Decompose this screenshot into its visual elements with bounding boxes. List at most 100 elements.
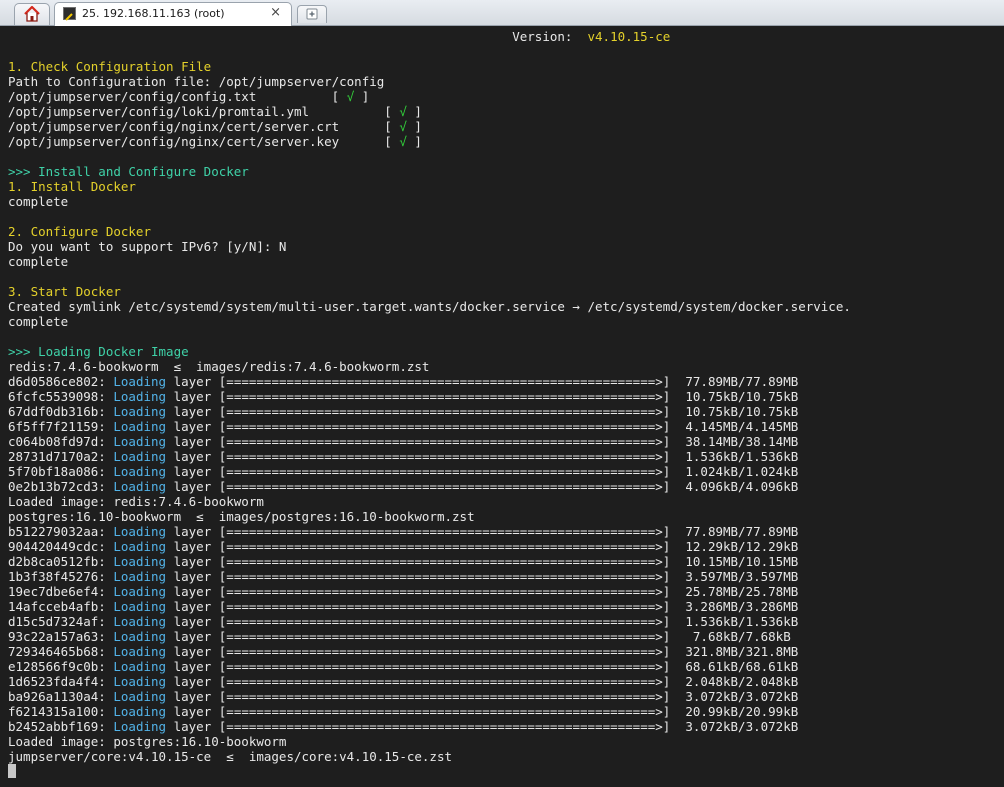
image-source-line: jumpserver/core:v4.10.15-ce ≤ images/cor… <box>8 749 851 764</box>
check-mark: √ <box>399 104 407 119</box>
loading-word: Loading <box>113 659 167 674</box>
layer-size: 68.61kB/68.61kB <box>685 659 799 674</box>
session-tab[interactable]: 25. 192.168.11.163 (root) × <box>54 2 292 26</box>
config-file-padding <box>339 134 384 149</box>
loading-word: Loading <box>113 674 167 689</box>
terminal-cursor <box>8 764 16 778</box>
layer-word: layer <box>173 419 212 434</box>
loading-word: Loading <box>113 419 167 434</box>
progress-bar: [=======================================… <box>218 569 671 584</box>
layer-id: c064b08fd97d: <box>8 434 106 449</box>
loading-word: Loading <box>113 554 167 569</box>
layer-row: ba926a1130a4: Loading layer [===========… <box>8 689 851 704</box>
progress-bar: [=======================================… <box>218 434 671 449</box>
progress-bar: [=======================================… <box>218 464 671 479</box>
layer-size: 77.89MB/77.89MB <box>685 374 799 389</box>
layer-id: 1b3f38f45276: <box>8 569 106 584</box>
layer-row: 729346465b68: Loading layer [===========… <box>8 644 851 659</box>
progress-bar: [=======================================… <box>218 614 671 629</box>
progress-bar: [=======================================… <box>218 629 671 644</box>
install-status: complete <box>8 194 69 209</box>
image-source-line: redis:7.4.6-bookworm ≤ images/redis:7.4.… <box>8 359 851 374</box>
images-section-heading: >>> Loading Docker Image <box>8 344 189 359</box>
install-docker-heading: 1. Install Docker <box>8 179 136 194</box>
new-tab-button[interactable] <box>297 5 327 23</box>
layer-word: layer <box>173 479 212 494</box>
layer-size: 7.68kB/7.68kB <box>685 629 791 644</box>
configure-status: complete <box>8 254 69 269</box>
layer-row: d6d0586ce802: Loading layer [===========… <box>8 374 851 389</box>
layer-word: layer <box>173 524 212 539</box>
loading-word: Loading <box>113 464 167 479</box>
layer-word: layer <box>173 689 212 704</box>
progress-bar: [=======================================… <box>218 404 671 419</box>
layer-row: 14afcceb4afb: Loading layer [===========… <box>8 599 851 614</box>
image-source-line: postgres:16.10-bookworm ≤ images/postgre… <box>8 509 851 524</box>
home-tab-button[interactable] <box>14 3 50 25</box>
progress-bar: [=======================================… <box>218 689 671 704</box>
layer-size: 10.15MB/10.15MB <box>685 554 799 569</box>
status-line: complete <box>8 314 851 329</box>
loading-word: Loading <box>113 434 167 449</box>
version-value: v4.10.15-ce <box>587 29 671 44</box>
layer-word: layer <box>173 599 212 614</box>
layer-row: 93c22a157a63: Loading layer [===========… <box>8 629 851 644</box>
config-path: Path to Configuration file: /opt/jumpser… <box>8 74 385 89</box>
layer-id: d2b8ca0512fb: <box>8 554 106 569</box>
progress-bar: [=======================================… <box>218 704 671 719</box>
layer-size: 1.536kB/1.536kB <box>685 614 799 629</box>
config-file-path: /opt/jumpserver/config/nginx/cert/server… <box>8 134 340 149</box>
layer-id: 5f70bf18a086: <box>8 464 106 479</box>
layer-word: layer <box>173 464 212 479</box>
layer-word: layer <box>173 674 212 689</box>
layer-word: layer <box>173 584 212 599</box>
terminal-window[interactable]: Version: v4.10.15-ce 1. Check Configurati… <box>0 26 1004 787</box>
layer-size: 10.75kB/10.75kB <box>685 404 799 419</box>
config-file-path: /opt/jumpserver/config/config.txt <box>8 89 257 104</box>
loading-word: Loading <box>113 374 167 389</box>
layer-size: 2.048kB/2.048kB <box>685 674 799 689</box>
version-label: Version: <box>512 29 573 44</box>
loading-word: Loading <box>113 719 167 734</box>
loaded-line: Loaded image: redis:7.4.6-bookworm <box>8 494 851 509</box>
layer-word: layer <box>173 614 212 629</box>
layer-id: 93c22a157a63: <box>8 629 106 644</box>
layer-row: f6214315a100: Loading layer [===========… <box>8 704 851 719</box>
layer-size: 77.89MB/77.89MB <box>685 524 799 539</box>
layer-size: 12.29kB/12.29kB <box>685 539 799 554</box>
layer-size: 3.072kB/3.072kB <box>685 689 799 704</box>
loading-word: Loading <box>113 449 167 464</box>
config-file-row: /opt/jumpserver/config/config.txt [ √ ] <box>8 89 370 104</box>
session-tab-title: 25. 192.168.11.163 (root) <box>82 7 225 20</box>
close-icon[interactable]: × <box>270 5 281 20</box>
symlink-message: Created symlink /etc/systemd/system/mult… <box>8 299 851 314</box>
layer-id: ba926a1130a4: <box>8 689 106 704</box>
check-mark: √ <box>399 134 407 149</box>
layer-word: layer <box>173 434 212 449</box>
status-line: complete <box>8 254 851 269</box>
layer-size: 1.536kB/1.536kB <box>685 449 799 464</box>
config-file-row: /opt/jumpserver/config/nginx/cert/server… <box>8 119 422 134</box>
layer-row: b512279032aa: Loading layer [===========… <box>8 524 851 539</box>
layer-word: layer <box>173 539 212 554</box>
section-heading: >>> Loading Docker Image <box>8 344 851 359</box>
layer-word: layer <box>173 704 212 719</box>
layer-size: 4.096kB/4.096kB <box>685 479 799 494</box>
layer-id: 19ec7dbe6ef4: <box>8 584 106 599</box>
config-file-padding <box>256 89 331 104</box>
loading-word: Loading <box>113 689 167 704</box>
layer-row: d15c5d7324af: Loading layer [===========… <box>8 614 851 629</box>
loading-word: Loading <box>113 404 167 419</box>
terminal-icon <box>63 7 76 21</box>
layer-size: 38.14MB/38.14MB <box>685 434 799 449</box>
layer-row: 6fcfc5539098: Loading layer [===========… <box>8 389 851 404</box>
ipv6-prompt: Do you want to support IPv6? [y/N]: N <box>8 239 287 254</box>
progress-bar: [=======================================… <box>218 599 671 614</box>
layer-row: 1d6523fda4f4: Loading layer [===========… <box>8 674 851 689</box>
config-file-padding <box>339 119 384 134</box>
layer-word: layer <box>173 374 212 389</box>
